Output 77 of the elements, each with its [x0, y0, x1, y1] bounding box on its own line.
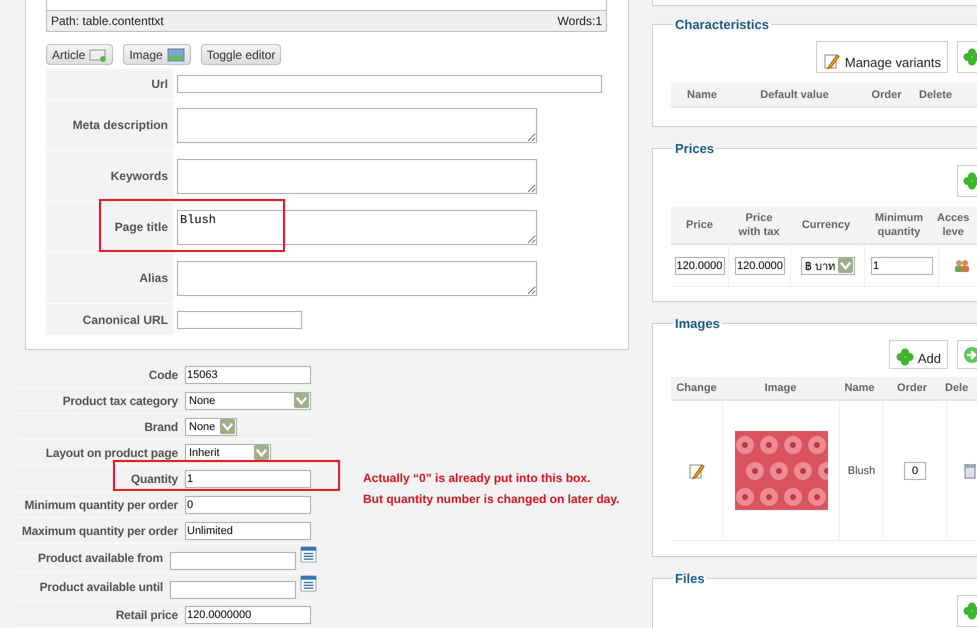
date-field[interactable] — [170, 552, 296, 570]
column-header: Delete — [918, 83, 977, 108]
text-area[interactable] — [177, 108, 537, 142]
column-header: Acces leve — [936, 207, 977, 245]
field-label: Keywords — [46, 151, 173, 201]
text-field[interactable] — [177, 310, 302, 328]
field-label: Meta description — [46, 100, 173, 150]
field-label: Product tax category — [62, 394, 178, 408]
add-icon — [963, 48, 977, 66]
editor-button[interactable]: Image — [123, 44, 191, 65]
field-label: Code — [148, 368, 178, 382]
field-label: Canonical URL — [46, 304, 173, 335]
field-label: Alias — [46, 253, 173, 303]
field-label: Product available from — [37, 551, 163, 565]
annotation-note: Actually “0” is already put into this box. — [363, 471, 592, 487]
column-header: Name — [839, 377, 880, 401]
text-field[interactable]: Unlimited — [185, 522, 311, 540]
add-icon — [963, 172, 977, 190]
field-label: Product available until — [38, 580, 163, 594]
field-label: Page title — [46, 202, 173, 252]
text-field[interactable]: 15063 — [185, 366, 311, 384]
dropdown[interactable]: Inherit — [185, 444, 271, 462]
toolbar-button[interactable]: Manage variants — [816, 41, 948, 73]
column-header: Dele — [944, 377, 977, 401]
table-cell: Blush — [841, 401, 883, 540]
column-header: Minimum quantity — [863, 207, 935, 245]
column-header: Price — [671, 207, 728, 245]
field-label: Brand — [143, 420, 178, 434]
currency-dropdown[interactable]: ฿ บาท — [801, 256, 855, 274]
image-icon — [166, 48, 185, 62]
field-label: Quantity — [130, 472, 178, 486]
field-label: Layout on product page — [44, 446, 178, 460]
text-field[interactable]: 120.0000000 — [185, 606, 311, 624]
column-header: Image — [723, 377, 838, 401]
text-area[interactable] — [177, 158, 537, 194]
field-label: Url — [46, 69, 173, 99]
column-header: Price with tax — [729, 207, 789, 245]
edit-icon[interactable] — [688, 462, 706, 480]
word-count: Words:1 — [558, 14, 602, 28]
calendar-icon[interactable] — [300, 546, 317, 562]
quantity-field[interactable]: 1 — [871, 256, 933, 274]
url-field[interactable] — [177, 75, 602, 93]
column-header: Currency — [790, 207, 862, 245]
price-field[interactable]: 120.0000 — [735, 256, 785, 274]
editor-button[interactable]: Toggle editor — [200, 44, 282, 65]
section-title: Characteristics — [674, 17, 770, 32]
editor-button[interactable]: Article — [46, 44, 114, 65]
dropdown[interactable]: None — [185, 392, 311, 410]
column-header: Order — [881, 377, 943, 401]
field-label: Minimum quantity per order — [24, 498, 178, 512]
document-icon — [89, 48, 108, 62]
toolbar-button[interactable]: Add — [888, 340, 948, 369]
section-title: Files — [674, 571, 706, 586]
calendar-icon[interactable] — [300, 574, 317, 592]
column-header: Order — [856, 83, 917, 108]
text-field[interactable]: 1 — [185, 470, 311, 488]
editor-path: Path: table.contenttxt — [51, 14, 164, 28]
add-icon — [963, 602, 977, 620]
order-field[interactable]: 0 — [904, 462, 926, 480]
section-title: Images — [674, 316, 721, 331]
trash-icon[interactable] — [961, 462, 977, 480]
section-title: Prices — [674, 141, 716, 156]
price-field[interactable]: 120.0000 — [674, 256, 724, 274]
arrow-icon — [963, 346, 977, 364]
column-header: Default value — [734, 83, 855, 108]
column-header: Name — [671, 83, 733, 108]
dropdown[interactable]: None — [185, 418, 237, 436]
text-area[interactable] — [177, 260, 537, 296]
column-header: Change — [671, 377, 722, 401]
field-label: Maximum quantity per order — [20, 524, 178, 538]
field-label: Retail price — [114, 608, 178, 622]
add-icon — [896, 348, 914, 366]
annotation-note: But quantity number is changed on later day. — [363, 492, 620, 508]
text-field[interactable]: 0 — [185, 496, 311, 514]
edit-icon — [822, 52, 841, 70]
date-field[interactable] — [170, 581, 296, 599]
text-area[interactable]: Blush — [177, 210, 537, 244]
